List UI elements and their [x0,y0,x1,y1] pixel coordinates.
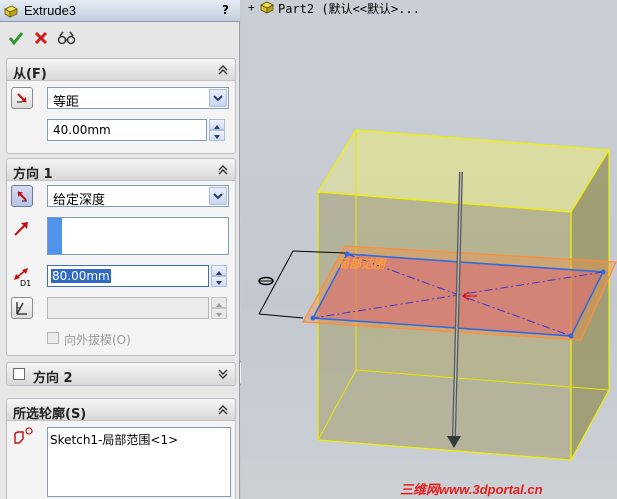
selected-contours-list[interactable]: Sketch1-局部范围<1> [47,427,231,497]
direction2-group: 方向 2 [6,362,236,386]
extrude-feature-icon [4,5,18,18]
spin-down-button[interactable] [209,130,225,141]
from-offset-value: 40.00mm [53,123,111,137]
graphics-area[interactable]: 局部范围 [241,0,617,499]
depth-value: 80.00mm [51,269,111,283]
expand-node-icon[interactable]: + [248,1,255,14]
sketch-vertex[interactable] [600,269,606,275]
from-group-label: 从(F) [13,67,47,82]
checkmark-icon [8,32,24,46]
sketch-vertex[interactable] [568,333,574,339]
watermark: 三维网www.3dportal.cn [400,482,543,497]
draft-outward-checkbox[interactable] [47,332,59,344]
direction1-group: 方向 1 给定深度 D1 80.00mm 向外拔模(O) [6,158,236,356]
arrow-down-icon [216,313,222,317]
arrow-down-icon [216,281,222,285]
dropdown-button[interactable] [209,187,227,205]
direction2-group-label: 方向 2 [33,371,73,386]
selection-highlight [48,218,62,254]
reverse-direction-icon [17,93,27,103]
arrow-down-icon [214,135,220,139]
sketch-vertex[interactable] [310,315,316,321]
spin-down-button[interactable] [211,308,227,319]
direction1-reverse-button[interactable] [11,185,33,207]
selected-contours-header[interactable]: 所选轮廓(S) [7,399,235,422]
dropdown-button[interactable] [209,89,227,107]
sketch-vertex[interactable] [344,251,350,257]
selected-contours-label: 所选轮廓(S) [13,407,87,422]
reverse-direction-icon [17,191,27,202]
close-icon [34,31,48,45]
direction-vector-icon [14,222,28,236]
property-manager-title-bar: Extrude3 ? [0,0,240,22]
spin-up-button[interactable] [211,297,227,308]
collapse-chevron-icon[interactable] [216,163,230,177]
part-icon [260,1,274,14]
from-condition-value: 等距 [53,95,80,110]
direction1-group-label: 方向 1 [13,167,53,182]
from-group-header[interactable]: 从(F) [7,59,235,82]
draft-angle-input[interactable] [47,297,209,319]
offset-handle-icon[interactable] [258,276,274,286]
property-manager: Extrude3 ? 从(F) 等距 40.00mm 方向 1 给定深度 D1 … [0,0,240,499]
expand-chevron-icon[interactable] [216,367,230,381]
preview-button[interactable] [56,28,78,48]
feature-title: Extrude3 [24,3,77,18]
direction2-checkbox[interactable] [13,368,25,380]
draft-angle-icon [16,302,27,315]
draft-toggle-button[interactable] [11,297,33,319]
selected-contours-group: 所选轮廓(S) Sketch1-局部范围<1> [6,398,236,499]
end-condition-select[interactable]: 给定深度 [47,185,229,208]
cancel-button[interactable] [30,28,52,48]
spin-down-button[interactable] [211,276,227,287]
from-direction-button[interactable] [11,87,33,109]
collapse-chevron-icon[interactable] [216,63,230,77]
help-button[interactable]: ? [217,1,234,19]
ok-button[interactable] [5,28,27,48]
draft-angle-spinner[interactable] [211,297,227,319]
spin-up-button[interactable] [209,119,225,130]
contour-selection-icon [14,427,33,444]
offset-leader-line [258,313,304,319]
direction2-group-header[interactable]: 方向 2 [7,363,235,386]
depth-input[interactable]: 80.00mm [47,265,209,287]
glasses-icon [57,31,76,45]
from-offset-input[interactable]: 40.00mm [47,119,207,141]
spin-up-button[interactable] [211,265,227,276]
from-group: 从(F) 等距 40.00mm [6,58,236,154]
direction-vector-field[interactable] [47,217,229,255]
from-offset-spinner[interactable] [209,119,225,141]
model-viewport[interactable]: 局部范围 [241,0,617,499]
collapse-chevron-icon[interactable] [216,403,230,417]
direction1-group-header[interactable]: 方向 1 [7,159,235,182]
chevron-down-icon [213,95,223,102]
end-condition-value: 给定深度 [53,193,106,208]
depth-dimension-icon: D1 [14,268,31,288]
chevron-down-icon [213,193,223,200]
contour-list-item[interactable]: Sketch1-局部范围<1> [50,431,178,448]
svg-text:D1: D1 [20,279,31,287]
depth-icon: D1 [11,265,33,288]
draft-outward-label: 向外拔模(O) [64,333,131,347]
depth-spinner[interactable] [211,265,227,287]
sketch-region-label: 局部范围 [336,257,387,271]
part-name[interactable]: Part2 (默认<<默认>... [278,0,420,17]
offset-leader-line [258,250,294,315]
from-condition-select[interactable]: 等距 [47,87,229,110]
